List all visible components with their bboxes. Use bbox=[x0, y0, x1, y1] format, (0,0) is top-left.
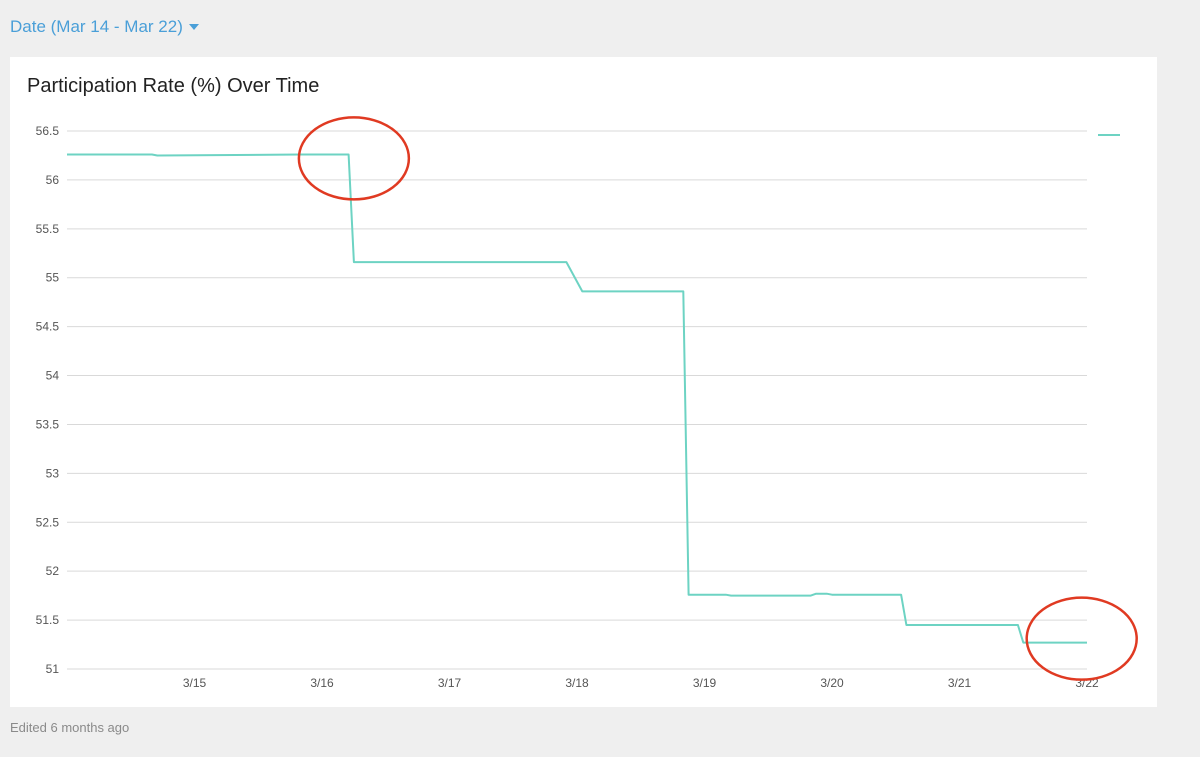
annotation-circle bbox=[297, 116, 411, 201]
edited-timestamp: Edited 6 months ago bbox=[10, 720, 130, 735]
x-tick-label: 3/20 bbox=[820, 676, 844, 690]
y-tick-label: 56 bbox=[46, 173, 60, 187]
y-tick-label: 54.5 bbox=[36, 320, 60, 334]
x-tick-label: 3/17 bbox=[438, 676, 462, 690]
y-tick-label: 52.5 bbox=[36, 515, 60, 529]
x-tick-label: 3/16 bbox=[310, 676, 334, 690]
x-tick-label: 3/21 bbox=[948, 676, 972, 690]
series-line bbox=[67, 153, 1087, 644]
x-tick-label: 3/15 bbox=[183, 676, 207, 690]
chart-card: Participation Rate (%) Over Time 51 51.5 5… bbox=[10, 57, 1157, 707]
y-tick-label: 51 bbox=[46, 662, 60, 676]
y-tick-label: 53 bbox=[46, 466, 60, 480]
y-tick-label: 52 bbox=[46, 564, 60, 578]
y-tick-label: 56.5 bbox=[36, 124, 60, 138]
y-tick-label: 53.5 bbox=[36, 417, 60, 431]
date-filter-label: Date (Mar 14 - Mar 22) bbox=[10, 17, 183, 36]
y-tick-label: 54 bbox=[46, 369, 60, 383]
y-tick-label: 55 bbox=[46, 271, 60, 285]
x-tick-label: 3/19 bbox=[693, 676, 717, 690]
annotation-circle bbox=[1025, 596, 1138, 681]
caret-down-icon bbox=[188, 24, 199, 30]
x-tick-label: 3/18 bbox=[565, 676, 589, 690]
date-filter-dropdown[interactable]: Date (Mar 14 - Mar 22) bbox=[10, 17, 199, 37]
participation-rate-chart: 51 51.5 52 52.5 53 53.5 54 54.5 55 55.5 56 56.5 3/15… bbox=[36, 116, 1138, 690]
y-tick-label: 51.5 bbox=[36, 613, 60, 627]
y-tick-label: 55.5 bbox=[36, 222, 60, 236]
